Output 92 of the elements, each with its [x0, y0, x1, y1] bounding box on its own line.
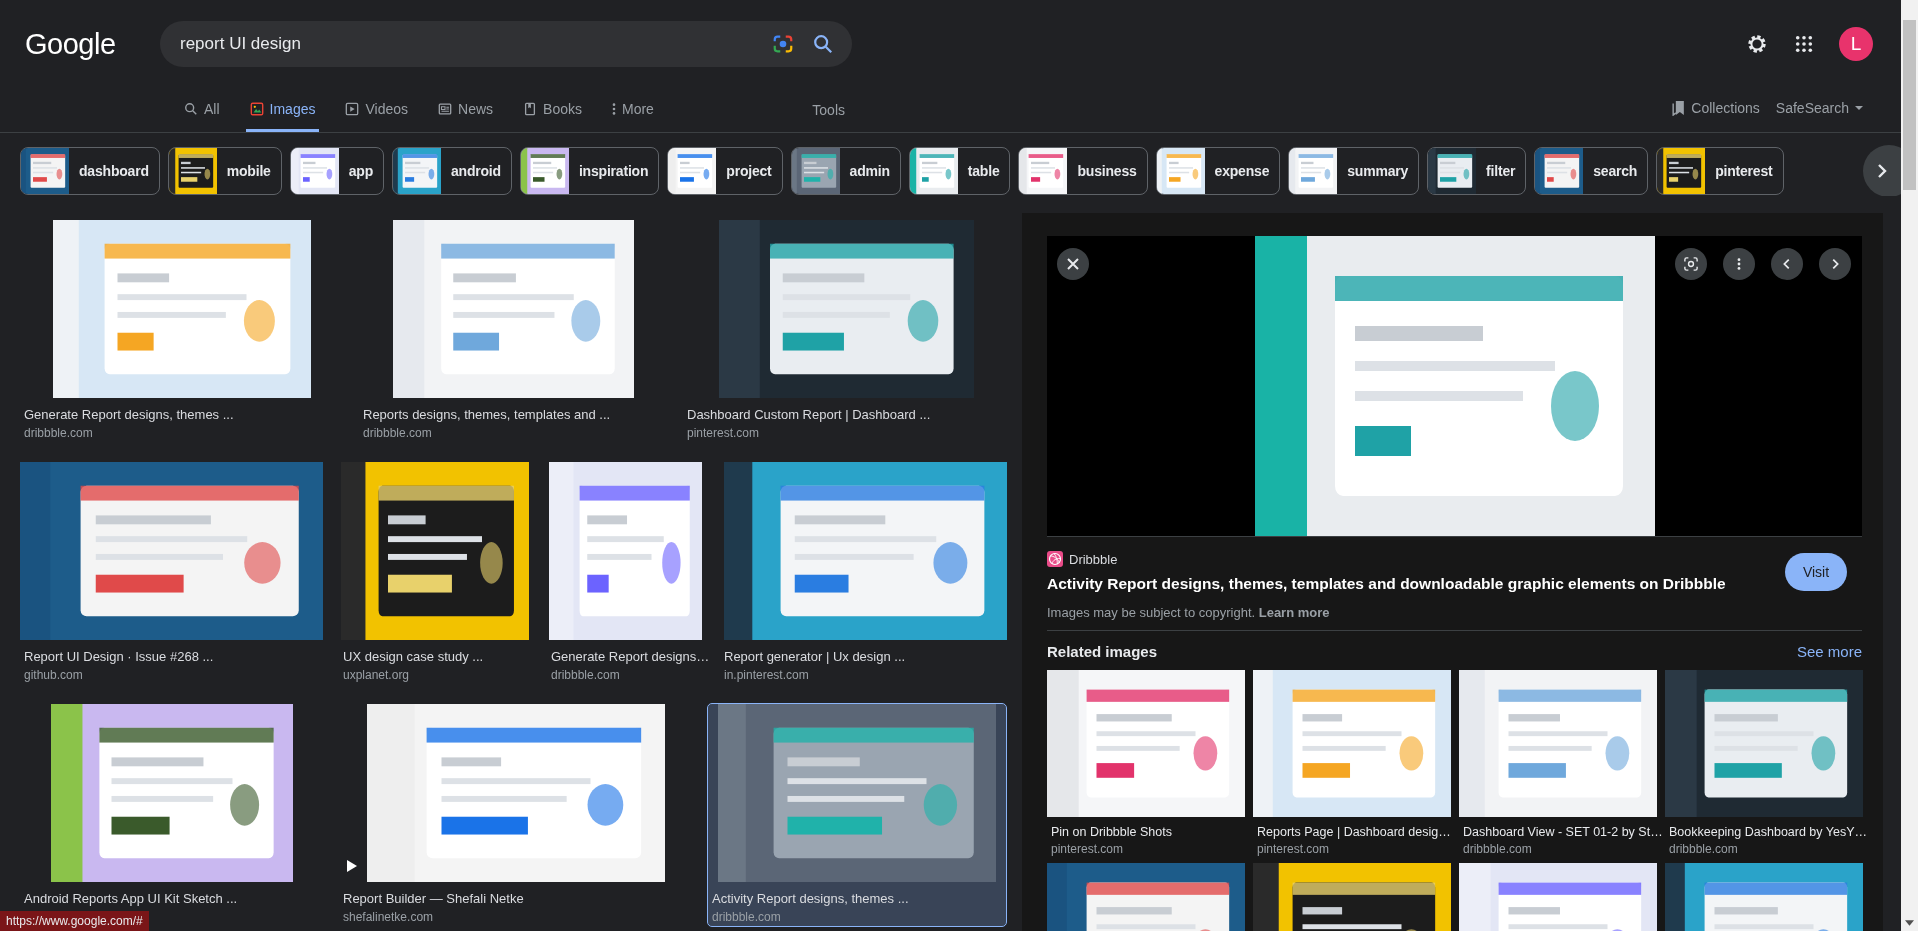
- previous-button[interactable]: [1771, 248, 1803, 280]
- filter-chip[interactable]: dashboard: [20, 147, 160, 195]
- result-domain: pinterest.com: [687, 425, 761, 442]
- filter-chip[interactable]: pinterest: [1656, 147, 1784, 195]
- book-icon: [523, 101, 538, 116]
- nav-tab[interactable]: More: [608, 88, 658, 132]
- related-title[interactable]: Reports Page | Dashboard desig…: [1257, 824, 1451, 841]
- nav-tab[interactable]: Books: [519, 88, 586, 132]
- source-name[interactable]: Dribbble: [1069, 551, 1118, 567]
- result-domain: in.pinterest.com: [724, 667, 810, 684]
- more-button[interactable]: [1723, 248, 1755, 280]
- filter-chip[interactable]: table: [908, 147, 1011, 195]
- image-title[interactable]: Activity Report designs, themes, templates and downloadable graphic elements on Dribbble: [1047, 575, 1726, 593]
- result-title[interactable]: Generate Report designs, themes ...: [24, 406, 343, 424]
- section-heading: Related images: [1047, 643, 1158, 660]
- result-tile[interactable]: Generate Report designs, themes ... dribbble.com: [20, 220, 343, 442]
- result-title[interactable]: Report UI Design · Issue #268 ...: [24, 648, 323, 666]
- result-tile[interactable]: Reports designs, themes, templates and ... dribbble.com: [359, 220, 667, 442]
- chevron-right-icon: [1877, 163, 1887, 179]
- next-button[interactable]: [1819, 248, 1851, 280]
- more-icon: [612, 101, 616, 116]
- result-title[interactable]: Report Builder — Shefali Netke: [343, 890, 692, 908]
- lens-icon: [1684, 257, 1698, 271]
- play-icon: [345, 101, 360, 116]
- filter-chip[interactable]: mobile: [167, 147, 282, 195]
- collections-link[interactable]: Collections: [1672, 100, 1760, 116]
- result-domain: shefalinetke.com: [343, 909, 435, 926]
- filter-chip[interactable]: expense: [1155, 147, 1281, 195]
- result-tile[interactable]: Report generator | Ux design ... in.pinterest.com: [720, 462, 1010, 684]
- result-domain: uxplanet.org: [343, 667, 411, 684]
- result-tile[interactable]: Dashboard Custom Report | Dashboard ... pinterest.com: [683, 220, 1010, 442]
- nav-tab[interactable]: All: [180, 88, 224, 132]
- result-tile[interactable]: Activity Report designs, themes ... dribbble.com: [708, 704, 1006, 926]
- lens-button[interactable]: [1675, 248, 1707, 280]
- result-domain: dribbble.com: [712, 909, 782, 926]
- filter-chip[interactable]: business: [1018, 147, 1148, 195]
- nav-tab[interactable]: Images: [245, 88, 320, 132]
- result-title[interactable]: Reports designs, themes, templates and ...: [363, 406, 667, 424]
- see-more-link[interactable]: See more: [1796, 643, 1862, 660]
- result-domain: dribbble.com: [551, 667, 621, 684]
- google-logo[interactable]: Google: [25, 27, 160, 61]
- result-tile[interactable]: Report UI Design · Issue #268 ... github.com: [20, 462, 323, 684]
- avatar[interactable]: L: [1839, 27, 1873, 61]
- result-domain: dribbble.com: [24, 425, 94, 442]
- status-url-tooltip: https://www.google.com/#: [0, 911, 149, 931]
- related-domain: dribbble.com: [1669, 841, 1739, 858]
- copyright-note: Images may be subject to copyright. Learn more: [1047, 605, 1862, 631]
- scrollbar-thumb[interactable]: [1903, 20, 1916, 190]
- bookmark-icon: [1672, 100, 1686, 116]
- result-title[interactable]: Activity Report designs, themes ...: [712, 890, 1006, 908]
- search-field[interactable]: report UI design: [160, 21, 852, 67]
- basketball-icon: [1047, 551, 1063, 567]
- close-button[interactable]: [1057, 248, 1089, 280]
- down-arrow-icon[interactable]: [1905, 920, 1914, 926]
- related-domain: pinterest.com: [1257, 841, 1331, 858]
- apps-icon[interactable]: [1795, 35, 1813, 53]
- caret-icon: [1855, 106, 1863, 110]
- result-title[interactable]: Report generator | Ux design ...: [724, 648, 1010, 666]
- result-domain: github.com: [24, 667, 84, 684]
- nav-tab[interactable]: News: [434, 88, 498, 132]
- close-icon: [1066, 257, 1080, 271]
- visit-button[interactable]: Visit: [1785, 553, 1847, 591]
- safesearch-menu[interactable]: SafeSearch: [1775, 100, 1863, 116]
- result-title[interactable]: Dashboard Custom Report | Dashboard ...: [687, 406, 1010, 424]
- scrollbar[interactable]: [1901, 0, 1918, 931]
- settings-icon[interactable]: [1745, 32, 1769, 56]
- newspaper-icon: [438, 101, 453, 116]
- result-title[interactable]: Android Reports App UI Kit Sketch ...: [24, 890, 323, 908]
- search-icon: [184, 101, 198, 116]
- result-domain: dribbble.com: [363, 425, 433, 442]
- image-icon: [249, 101, 264, 116]
- related-domain: dribbble.com: [1463, 841, 1533, 858]
- scroll-right-button[interactable]: [1863, 145, 1901, 196]
- filter-chip[interactable]: project: [667, 147, 783, 195]
- related-domain: pinterest.com: [1051, 841, 1125, 858]
- result-tile[interactable]: Android Reports App UI Kit Sketch ...: [20, 704, 323, 908]
- filter-chip[interactable]: admin: [790, 147, 901, 195]
- filter-chip[interactable]: android: [392, 147, 512, 195]
- filter-chip[interactable]: summary: [1288, 147, 1420, 195]
- related-title[interactable]: Pin on Dribbble Shots: [1051, 824, 1245, 841]
- camera-icon[interactable]: [772, 33, 794, 55]
- filter-chip[interactable]: filter: [1427, 147, 1527, 195]
- learn-more-link[interactable]: Learn more: [1258, 605, 1330, 620]
- nav-tab[interactable]: Videos: [341, 88, 413, 132]
- filter-chip[interactable]: inspiration: [519, 147, 660, 195]
- result-tile[interactable]: Report Builder — Shefali Netke shefalinetke.com: [339, 704, 692, 926]
- search-icon[interactable]: [812, 33, 834, 55]
- result-title[interactable]: UX design case study ...: [343, 648, 531, 666]
- filter-chip[interactable]: app: [289, 147, 384, 195]
- filter-chip[interactable]: search: [1534, 147, 1649, 195]
- result-tile[interactable]: UX design case study ... uxplanet.org: [339, 462, 531, 684]
- tools-button[interactable]: Tools: [812, 88, 845, 132]
